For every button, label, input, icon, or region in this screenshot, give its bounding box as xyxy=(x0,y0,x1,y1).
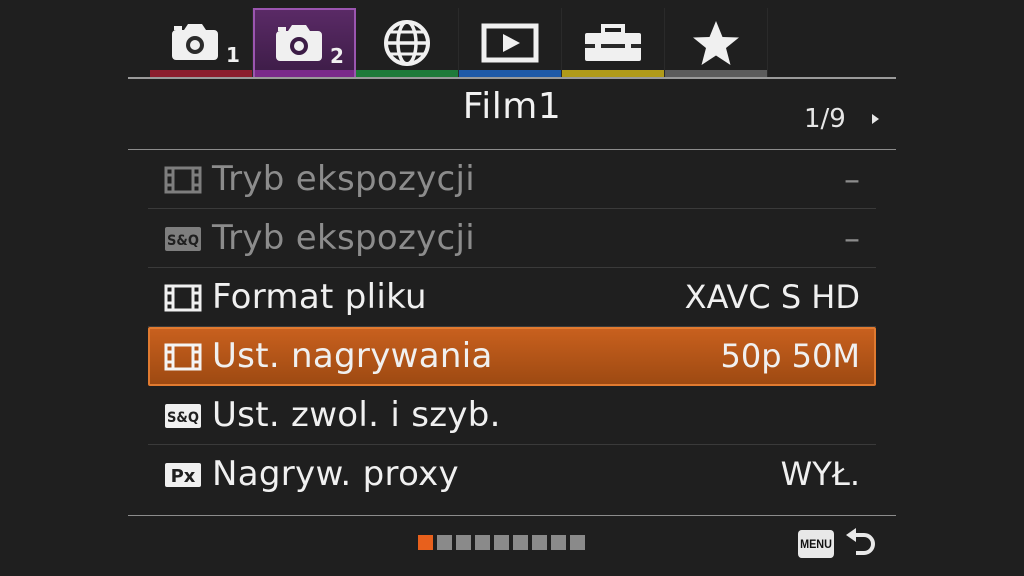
tab-color-bar xyxy=(562,70,664,77)
menu-list: Tryb ekspozycji – S&Q Tryb ekspozycji – … xyxy=(148,150,876,504)
tab-color-bar xyxy=(665,70,767,77)
tab-color-bar xyxy=(356,70,458,77)
menu-button-icon[interactable]: MENU xyxy=(798,530,834,558)
page-indicator: 1/9 xyxy=(804,104,846,134)
menu-item-exposure-mode-sq[interactable]: S&Q Tryb ekspozycji – xyxy=(148,209,876,268)
tab-color-bar xyxy=(255,70,354,77)
tab-color-bar xyxy=(459,70,561,77)
tab-number-2: 2 xyxy=(330,44,344,67)
page-dot xyxy=(456,535,471,550)
menu-item-value: 50p 50M xyxy=(720,337,860,375)
menu-item-label: Ust. nagrywania xyxy=(212,336,493,376)
star-icon xyxy=(693,20,739,65)
page-dot xyxy=(475,535,490,550)
tab-network[interactable] xyxy=(356,8,459,77)
menu-item-label: Tryb ekspozycji xyxy=(212,159,476,199)
tabs-divider xyxy=(128,77,896,79)
svg-text:Px: Px xyxy=(171,466,196,487)
page-dot xyxy=(418,535,433,550)
menu-item-label: Nagryw. proxy xyxy=(212,454,459,494)
tab-number-1: 1 xyxy=(226,43,240,66)
menu-item-value: WYŁ. xyxy=(780,455,860,493)
menu-item-label: Tryb ekspozycji xyxy=(212,218,476,258)
page-dot xyxy=(437,535,452,550)
menu-item-value: – xyxy=(844,160,860,198)
toolbox-icon xyxy=(585,23,641,61)
menu-item-exposure-mode-movie[interactable]: Tryb ekspozycji – xyxy=(148,150,876,209)
menu-item-record-setting[interactable]: Ust. nagrywania 50p 50M xyxy=(148,327,876,386)
back-arrow-icon[interactable] xyxy=(844,527,876,561)
page-dot xyxy=(570,535,585,550)
movie-icon xyxy=(164,166,202,194)
menu-item-file-format[interactable]: Format pliku XAVC S HD xyxy=(148,268,876,327)
page-dot xyxy=(494,535,509,550)
page-dot xyxy=(551,535,566,550)
menu-tabs: 1 2 xyxy=(150,8,768,77)
tab-color-bar xyxy=(150,70,252,77)
menu-item-value: XAVC S HD xyxy=(684,278,860,316)
sq-icon: S&Q xyxy=(165,404,201,428)
movie-icon xyxy=(164,343,202,371)
tab-setup[interactable] xyxy=(562,8,665,77)
playback-icon xyxy=(481,23,539,62)
tab-playback[interactable] xyxy=(459,8,562,77)
tab-my-menu[interactable] xyxy=(665,8,768,77)
menu-item-label: Ust. zwol. i szyb. xyxy=(212,395,501,435)
tab-shooting-2[interactable]: 2 xyxy=(253,8,356,77)
footer-divider xyxy=(128,515,896,516)
svg-text:S&Q: S&Q xyxy=(167,233,199,249)
page-title: Film1 xyxy=(462,86,562,127)
menu-item-value: – xyxy=(844,219,860,257)
camera-icon: 2 xyxy=(275,24,344,67)
globe-icon xyxy=(384,19,430,66)
page-dots xyxy=(418,535,585,550)
movie-icon xyxy=(164,284,202,312)
next-page-arrow-icon[interactable] xyxy=(872,114,879,124)
px-icon: Px xyxy=(165,463,201,487)
menu-item-sq-settings[interactable]: S&Q Ust. zwol. i szyb. xyxy=(148,386,876,445)
camera-menu-screen: 1 2 Film1 1/9 Tryb ekspozycji – S&Q Tryb… xyxy=(0,0,1024,576)
menu-item-label: Format pliku xyxy=(212,277,427,317)
svg-text:S&Q: S&Q xyxy=(167,410,199,426)
camera-icon: 1 xyxy=(172,23,240,66)
page-dot xyxy=(513,535,528,550)
tab-shooting-1[interactable]: 1 xyxy=(150,8,253,77)
page-dot xyxy=(532,535,547,550)
menu-item-proxy-recording[interactable]: Px Nagryw. proxy WYŁ. xyxy=(148,445,876,504)
sq-icon: S&Q xyxy=(165,227,201,251)
